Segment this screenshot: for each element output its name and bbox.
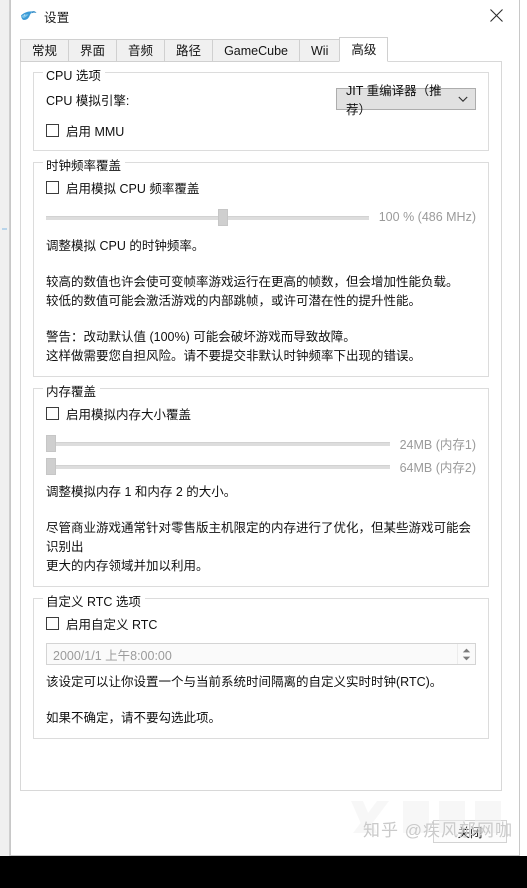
rtc-datetime-stepper[interactable] <box>457 644 475 664</box>
mem2-slider[interactable] <box>46 456 390 476</box>
memory-override-desc-1: 调整模拟内存 1 和内存 2 的大小。 <box>46 485 237 499</box>
checkbox-box <box>46 407 59 420</box>
enable-memory-override-label: 启用模拟内存大小覆盖 <box>66 408 192 422</box>
slider-handle[interactable] <box>46 458 56 475</box>
enable-clock-override-label: 启用模拟 CPU 频率覆盖 <box>66 182 200 196</box>
enable-memory-override-checkbox[interactable]: 启用模拟内存大小覆盖 <box>46 404 476 423</box>
cpu-engine-value: JIT 重编译器（推荐） <box>346 84 442 117</box>
dolphin-icon <box>20 9 37 24</box>
group-rtc-options-legend: 自定义 RTC 选项 <box>43 591 145 610</box>
group-memory-override: 内存覆盖 启用模拟内存大小覆盖 24MB (内存1) 64MB (内存2) 调整… <box>33 381 489 587</box>
checkbox-box <box>46 181 59 194</box>
background-window-accent <box>2 228 7 230</box>
enable-mmu-checkbox[interactable]: 启用 MMU <box>46 121 476 140</box>
clock-override-slider[interactable] <box>46 207 369 227</box>
group-memory-override-legend: 内存覆盖 <box>43 381 101 400</box>
mem1-slider[interactable] <box>46 433 390 453</box>
screenshot-black-band <box>0 856 527 888</box>
clock-override-desc-2-line-2: 较低的数值可能会激活游戏的内部跳帧，或许可潜在性的提升性能。 <box>46 294 422 308</box>
title-bar-left: 设置 <box>11 7 69 26</box>
background-window-edge <box>0 0 10 856</box>
dialog-footer: 关闭 <box>11 799 519 855</box>
cpu-engine-row: CPU 模拟引擎: JIT 重编译器（推荐） <box>46 84 476 117</box>
window-title: 设置 <box>44 10 70 25</box>
mem1-slider-row: 24MB (内存1) <box>46 433 476 453</box>
mem2-slider-row: 64MB (内存2) <box>46 456 476 476</box>
rtc-desc-2: 如果不确定，请不要勾选此项。 <box>46 711 222 725</box>
tab-advanced[interactable]: 高级 <box>339 37 389 62</box>
slider-track <box>46 442 390 446</box>
tab-paths[interactable]: 路径 <box>164 39 213 62</box>
enable-mmu-label: 启用 MMU <box>66 125 125 139</box>
chevron-up-icon <box>462 648 471 652</box>
close-button[interactable]: 关闭 <box>433 820 507 843</box>
rtc-datetime-value: 2000/1/1 上午8:00:00 <box>53 648 172 663</box>
chevron-down-icon <box>458 92 468 106</box>
settings-dialog: 设置 常规 界面 音频 路径 GameCube Wii 高级 CPU 选项 CP… <box>10 0 520 856</box>
mem1-value: 24MB (内存1) <box>399 437 476 452</box>
enable-clock-override-checkbox[interactable]: 启用模拟 CPU 频率覆盖 <box>46 178 476 197</box>
cpu-engine-select[interactable]: JIT 重编译器（推荐） <box>336 84 476 117</box>
clock-override-warning-line-2: 这样做需要您自担风险。请不要提交非默认时钟频率下出现的错误。 <box>46 349 422 363</box>
memory-override-desc-2-line-1: 尽管商业游戏通常针对零售版主机限定的内存进行了优化，但某些游戏可能会识别出 <box>46 521 472 554</box>
group-rtc-options: 自定义 RTC 选项 启用自定义 RTC 2000/1/1 上午8:00:00 <box>33 591 489 739</box>
tab-interface[interactable]: 界面 <box>68 39 117 62</box>
mem2-value: 64MB (内存2) <box>399 460 476 475</box>
enable-custom-rtc-checkbox[interactable]: 启用自定义 RTC <box>46 614 476 633</box>
tab-wii[interactable]: Wii <box>299 39 340 62</box>
rtc-datetime-field[interactable]: 2000/1/1 上午8:00:00 <box>46 643 476 665</box>
desktop-backdrop: 设置 常规 界面 音频 路径 GameCube Wii 高级 CPU 选项 CP… <box>0 0 527 856</box>
close-icon[interactable] <box>474 0 519 31</box>
checkbox-box <box>46 124 59 137</box>
clock-override-slider-row: 100 % (486 MHz) <box>46 207 476 227</box>
group-clock-override: 时钟频率覆盖 启用模拟 CPU 频率覆盖 100 % (486 MHz) 调整模… <box>33 155 489 377</box>
group-cpu-options: CPU 选项 CPU 模拟引擎: JIT 重编译器（推荐） 启用 MMU <box>33 65 489 151</box>
tab-general[interactable]: 常规 <box>20 39 69 62</box>
slider-track <box>46 216 369 220</box>
tab-bar: 常规 界面 音频 路径 GameCube Wii 高级 <box>20 36 519 62</box>
title-bar: 设置 <box>11 0 519 32</box>
clock-override-desc-1: 调整模拟 CPU 的时钟频率。 <box>46 239 205 253</box>
clock-override-desc-2-line-1: 较高的数值也许会使可变帧率游戏运行在更高的帧数，但会增加性能负载。 <box>46 275 459 289</box>
advanced-tab-panel: CPU 选项 CPU 模拟引擎: JIT 重编译器（推荐） 启用 MMU 时钟频… <box>20 61 502 791</box>
rtc-desc-1: 该设定可以让你设置一个与当前系统时间隔离的自定义实时时钟(RTC)。 <box>46 675 443 689</box>
chevron-down-icon <box>462 656 471 660</box>
slider-handle[interactable] <box>46 435 56 452</box>
memory-override-desc-2-line-2: 更大的内存领域并加以利用。 <box>46 559 209 573</box>
tab-audio[interactable]: 音频 <box>116 39 165 62</box>
group-clock-override-legend: 时钟频率覆盖 <box>43 155 126 174</box>
group-cpu-options-legend: CPU 选项 <box>43 65 105 84</box>
enable-custom-rtc-label: 启用自定义 RTC <box>66 618 158 632</box>
slider-track <box>46 465 390 469</box>
cpu-engine-label: CPU 模拟引擎: <box>46 93 130 108</box>
checkbox-box <box>46 617 59 630</box>
clock-override-warning-line-1: 警告：改动默认值 (100%) 可能会破坏游戏而导致故障。 <box>46 330 356 344</box>
clock-override-value: 100 % (486 MHz) <box>378 210 476 224</box>
tab-gamecube[interactable]: GameCube <box>212 39 299 62</box>
slider-handle[interactable] <box>218 209 228 226</box>
